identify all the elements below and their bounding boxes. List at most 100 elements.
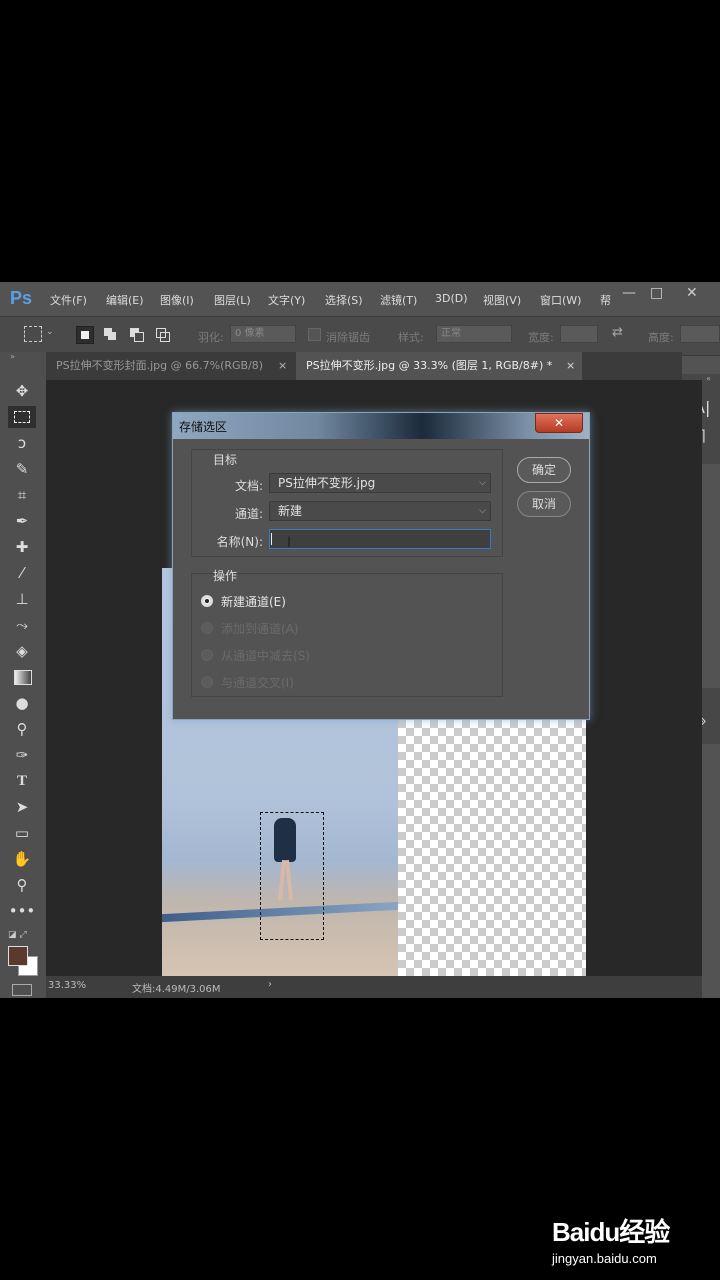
- zoom-tool-icon[interactable]: ⚲: [8, 874, 36, 896]
- type-tool-icon[interactable]: T: [8, 770, 36, 792]
- radio-selected-icon: [201, 595, 213, 607]
- channel-select[interactable]: 新建 ⌵: [269, 501, 491, 521]
- close-window-button[interactable]: ✕: [686, 285, 698, 301]
- default-colors-icon[interactable]: ◪ ⤢: [8, 930, 27, 940]
- radio-label: 新建通道(E): [221, 595, 286, 609]
- dialog-title: 存储选区: [179, 420, 228, 434]
- subtract-selection-icon[interactable]: [128, 326, 146, 344]
- tab-title: PS拉伸不变形封面.jpg @ 66.7%(RGB/8): [56, 359, 264, 372]
- menu-file[interactable]: 文件(F): [50, 292, 87, 308]
- radio-label: 添加到通道(A): [221, 622, 299, 636]
- menu-edit[interactable]: 编辑(E): [106, 292, 144, 308]
- tab-title: PS拉伸不变形.jpg @ 33.3% (图层 1, RGB/8#) *: [306, 359, 553, 372]
- radio-icon: [201, 676, 213, 688]
- history-brush-icon[interactable]: ⤳: [8, 614, 36, 636]
- channel-label: 通道:: [234, 507, 263, 521]
- quick-mask-icon[interactable]: [12, 984, 32, 996]
- save-selection-dialog: 存储选区 ✕ 目标 文档: PS拉伸不变形.jpg ⌵ 通道: 新建 ⌵ 名称(…: [172, 412, 590, 720]
- chevron-down-icon[interactable]: ⌄: [46, 327, 54, 337]
- menu-bar: Ps 文件(F) 编辑(E) 图像(I) 图层(L) 文字(Y) 选择(S) 滤…: [0, 282, 720, 316]
- blur-tool-icon[interactable]: ●: [8, 692, 36, 714]
- dialog-titlebar[interactable]: 存储选区: [173, 413, 589, 439]
- move-tool-icon[interactable]: ✥: [8, 380, 36, 402]
- menu-filter[interactable]: 滤镜(T): [380, 292, 417, 308]
- hand-tool-icon[interactable]: ✋: [8, 848, 36, 870]
- menu-type[interactable]: 文字(Y): [268, 292, 305, 308]
- style-select[interactable]: 正常: [436, 325, 512, 343]
- document-size: 文档:4.49M/3.06M: [132, 984, 221, 995]
- menu-window[interactable]: 窗口(W): [540, 292, 581, 308]
- status-bar: 33.33% 文档:4.49M/3.06M ›: [46, 976, 702, 998]
- name-input[interactable]: [269, 529, 491, 549]
- collapse-icon[interactable]: »: [10, 352, 15, 361]
- add-selection-icon[interactable]: [102, 326, 120, 344]
- intersect-selection-icon[interactable]: [154, 326, 172, 344]
- ok-button[interactable]: 确定: [517, 457, 571, 483]
- feather-input[interactable]: 0 像素: [230, 325, 296, 343]
- zoom-level[interactable]: 33.33%: [48, 980, 86, 991]
- name-label: 名称(N):: [216, 535, 263, 549]
- eyedropper-tool-icon[interactable]: ✒: [8, 510, 36, 532]
- maximize-button[interactable]: □: [650, 285, 663, 301]
- pen-tool-icon[interactable]: ✑: [8, 744, 36, 766]
- tools-panel: » ✥ ↄ ✎ ⌗ ✒ ✚ ⁄ ⊥ ⤳ ◈ ● ⚲ ✑ T ➤ ▭ ✋ ⚲ ••…: [0, 352, 46, 998]
- antialias-label: 消除锯齿: [326, 331, 370, 344]
- width-input[interactable]: [560, 325, 598, 343]
- photoshop-logo: Ps: [10, 288, 33, 308]
- options-bar: ⌄ 羽化: 0 像素 消除锯齿 样式: 正常 宽度: ⇄ 高度:: [0, 316, 720, 356]
- radio-icon: [201, 649, 213, 661]
- new-selection-icon[interactable]: [76, 326, 94, 344]
- rectangle-tool-icon[interactable]: ▭: [8, 822, 36, 844]
- feather-label: 羽化:: [198, 331, 224, 344]
- healing-brush-icon[interactable]: ✚: [8, 536, 36, 558]
- document-label: 文档:: [234, 479, 263, 493]
- chevron-down-icon: ⌵: [479, 506, 486, 516]
- status-menu-arrow[interactable]: ›: [268, 979, 272, 990]
- photoshop-window: Ps 文件(F) 编辑(E) 图像(I) 图层(L) 文字(Y) 选择(S) 滤…: [0, 282, 720, 998]
- style-label: 样式:: [398, 331, 424, 344]
- minimize-button[interactable]: —: [622, 285, 636, 301]
- tab-close-icon[interactable]: ×: [278, 352, 287, 380]
- collapse-icon[interactable]: «: [706, 374, 711, 383]
- document-select-value: PS拉伸不变形.jpg: [278, 476, 376, 490]
- lasso-tool-icon[interactable]: ↄ: [8, 432, 36, 454]
- text-cursor-icon: I: [287, 535, 292, 551]
- menu-help[interactable]: 帮: [600, 292, 611, 308]
- brush-tool-icon[interactable]: ⁄: [8, 562, 36, 584]
- height-label: 高度:: [648, 331, 674, 344]
- marquee-preset-icon[interactable]: [24, 326, 42, 342]
- gradient-tool-icon[interactable]: [8, 666, 36, 688]
- tab-close-icon[interactable]: ×: [566, 352, 575, 380]
- operation-group-label: 操作: [213, 569, 238, 583]
- more-tools-icon[interactable]: •••: [8, 900, 36, 922]
- path-select-tool-icon[interactable]: ➤: [8, 796, 36, 818]
- tab-active-doc[interactable]: PS拉伸不变形.jpg @ 33.3% (图层 1, RGB/8#) * ×: [296, 352, 582, 380]
- marquee-tool-icon[interactable]: [8, 406, 36, 428]
- height-input[interactable]: [680, 325, 720, 343]
- width-label: 宽度:: [528, 331, 554, 344]
- dialog-close-button[interactable]: ✕: [535, 413, 583, 433]
- antialias-checkbox[interactable]: [308, 328, 321, 341]
- cancel-button[interactable]: 取消: [517, 491, 571, 517]
- eraser-tool-icon[interactable]: ◈: [8, 640, 36, 662]
- crop-tool-icon[interactable]: ⌗: [8, 484, 36, 506]
- marquee-selection[interactable]: [260, 812, 324, 940]
- radio-icon: [201, 622, 213, 634]
- document-tabs: PS拉伸不变形封面.jpg @ 66.7%(RGB/8) × PS拉伸不变形.j…: [46, 352, 682, 380]
- menu-select[interactable]: 选择(S): [325, 292, 363, 308]
- menu-view[interactable]: 视图(V): [483, 292, 521, 308]
- clone-stamp-icon[interactable]: ⊥: [8, 588, 36, 610]
- menu-image[interactable]: 图像(I): [160, 292, 194, 308]
- dodge-tool-icon[interactable]: ⚲: [8, 718, 36, 740]
- target-group-label: 目标: [213, 453, 238, 467]
- quick-select-tool-icon[interactable]: ✎: [8, 458, 36, 480]
- swap-icon[interactable]: ⇄: [612, 325, 623, 340]
- foreground-color-swatch[interactable]: [8, 946, 28, 966]
- tab-cover-doc[interactable]: PS拉伸不变形封面.jpg @ 66.7%(RGB/8) ×: [46, 352, 294, 380]
- menu-3d[interactable]: 3D(D): [435, 292, 468, 305]
- document-select[interactable]: PS拉伸不变形.jpg ⌵: [269, 473, 491, 493]
- menu-layer[interactable]: 图层(L): [214, 292, 251, 308]
- watermark-url: jingyan.baidu.com: [552, 1251, 657, 1266]
- channel-select-value: 新建: [278, 504, 303, 518]
- radio-label: 从通道中减去(S): [221, 649, 310, 663]
